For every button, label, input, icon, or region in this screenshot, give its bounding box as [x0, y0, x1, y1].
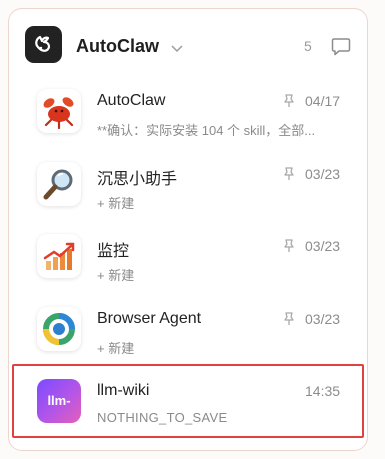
conversation-panel: AutoClaw 5 AutoClaw 04/17 **确认：实际安装 104 … — [8, 8, 368, 451]
list-item-selected[interactable]: llm- llm-wiki 14:35 NOTHING_TO_SAVE — [17, 371, 359, 443]
item-time: 03/23 — [305, 166, 341, 182]
new-chat-link[interactable]: + 新建 — [97, 338, 347, 357]
item-time: 03/23 — [305, 311, 341, 327]
new-chat-link[interactable]: + 新建 — [97, 193, 347, 212]
list-item[interactable]: 沉思小助手 03/23 + 新建 — [17, 154, 359, 226]
growth-chart-icon — [37, 234, 81, 278]
app-title[interactable]: AutoClaw — [76, 36, 159, 57]
item-name: Browser Agent — [97, 310, 202, 327]
pin-icon[interactable] — [283, 312, 295, 331]
item-time: 04/17 — [305, 93, 341, 109]
item-preview: **确认：实际安装 104 个 skill，全部... — [97, 123, 316, 138]
item-name: AutoClaw — [97, 92, 166, 109]
avatar-text: llm- — [47, 393, 71, 408]
list-item[interactable]: 监控 03/23 + 新建 — [17, 226, 359, 298]
pin-icon[interactable] — [283, 167, 295, 186]
conversation-count: 5 — [304, 38, 312, 54]
browser-ring-icon — [37, 307, 81, 351]
lobster-icon — [37, 89, 81, 133]
llm-wiki-avatar: llm- — [37, 379, 81, 423]
new-chat-link[interactable]: + 新建 — [97, 265, 347, 284]
item-name: 沉思小助手 — [97, 171, 178, 188]
list-item[interactable]: Browser Agent 03/23 + 新建 — [17, 299, 359, 371]
magnifier-icon — [37, 162, 81, 206]
item-time: 14:35 — [305, 383, 341, 399]
chevron-down-icon[interactable] — [171, 40, 183, 58]
chat-bubble-icon[interactable] — [331, 37, 351, 61]
pin-icon[interactable] — [283, 239, 295, 258]
panel-header: AutoClaw 5 — [9, 9, 367, 81]
pin-icon[interactable] — [283, 94, 295, 113]
item-name: llm-wiki — [97, 382, 150, 399]
item-preview: NOTHING_TO_SAVE — [97, 410, 228, 425]
claw-logo-icon[interactable] — [25, 26, 62, 63]
list-item[interactable]: AutoClaw 04/17 **确认：实际安装 104 个 skill，全部.… — [17, 81, 359, 153]
item-name: 监控 — [97, 243, 130, 260]
item-time: 03/23 — [305, 238, 341, 254]
